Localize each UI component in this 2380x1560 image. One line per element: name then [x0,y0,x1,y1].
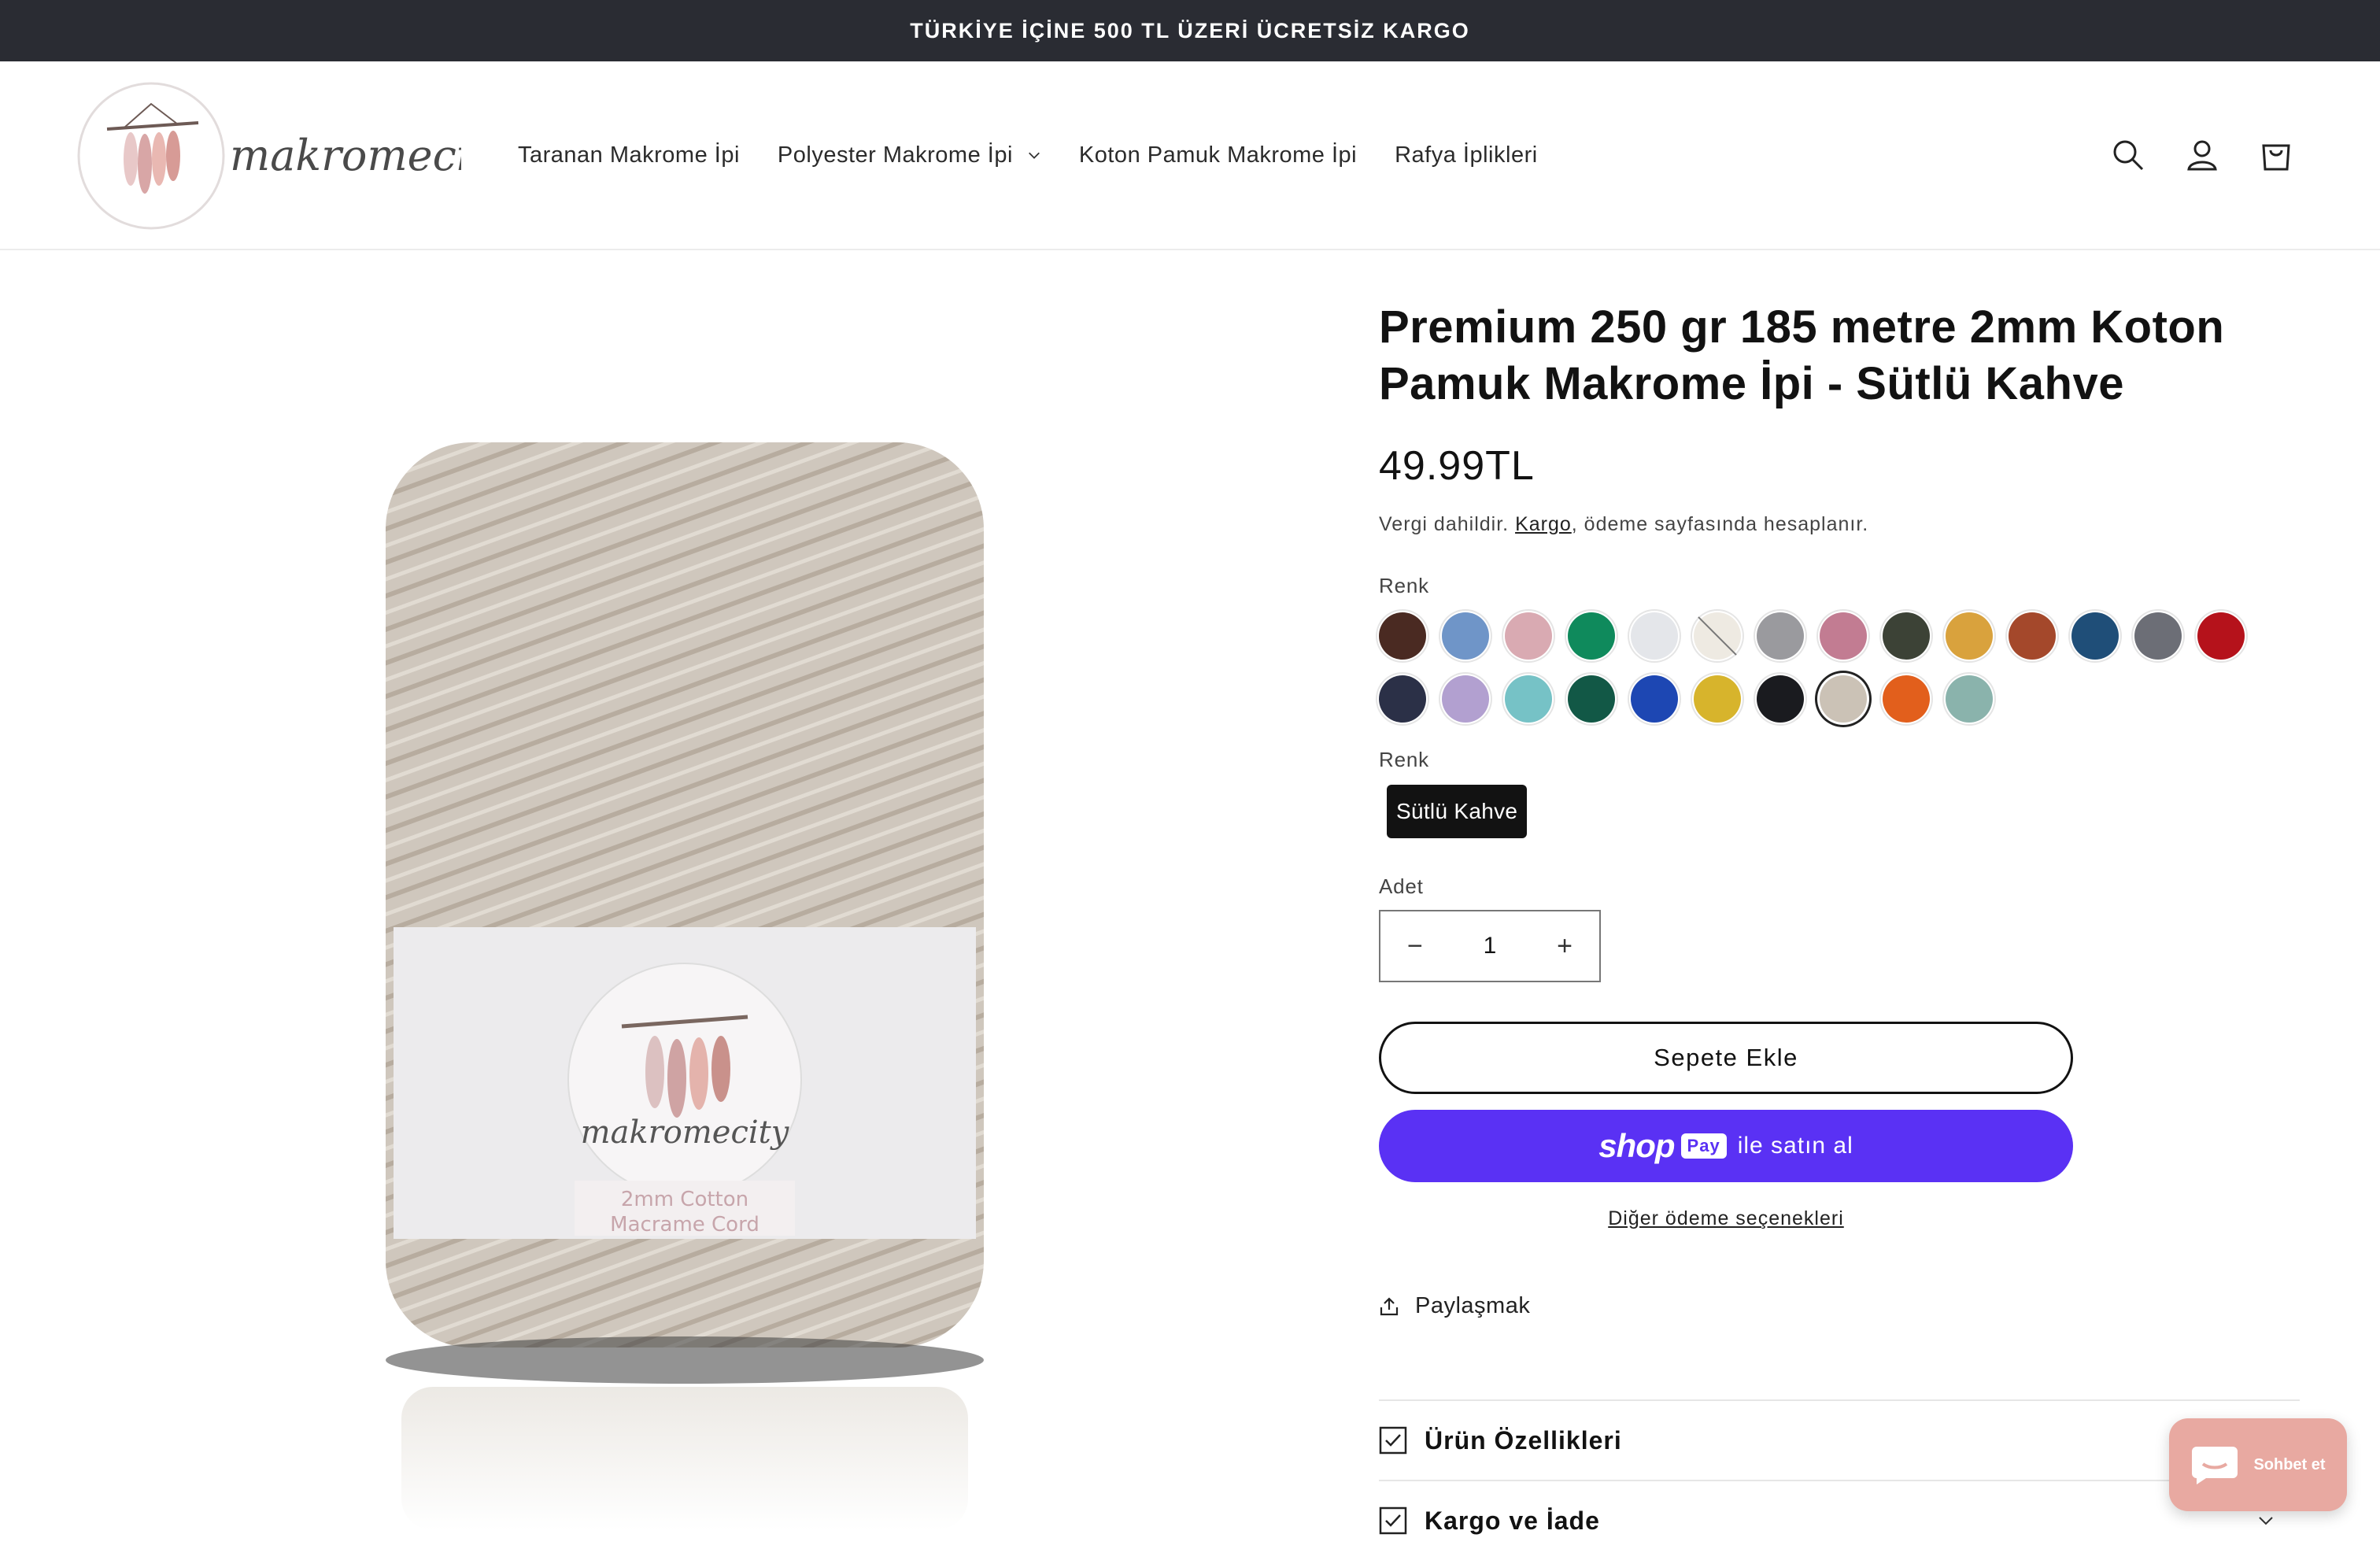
svg-text:Macrame Cord: Macrame Cord [610,1213,759,1237]
nav-item-polyester[interactable]: Polyester Makrome İpi [778,142,1041,168]
color-swatch[interactable] [1505,675,1552,723]
checkbox-icon [1379,1426,1407,1455]
color-swatch[interactable] [1442,612,1489,660]
quantity-input[interactable]: 1 [1484,933,1497,959]
color-swatch[interactable] [1568,612,1615,660]
product-price: 49.99TL [1379,443,1535,489]
nav-item-taranan[interactable]: Taranan Makrome İpi [518,142,740,168]
color-swatch[interactable] [1442,675,1489,723]
variant-option-selected[interactable]: Sütlü Kahve [1387,785,1528,838]
announcement-bar: TÜRKİYE İÇİNE 500 TL ÜZERİ ÜCRETSİZ KARG… [0,0,2380,61]
quantity-stepper: − 1 + [1379,910,1601,982]
chat-icon [2192,1447,2238,1484]
color-swatch[interactable] [1946,675,1993,723]
color-swatch[interactable] [1631,675,1678,723]
search-icon[interactable] [2111,138,2145,172]
product-title: Premium 250 gr 185 metre 2mm Koton Pamuk… [1379,301,2225,409]
color-swatch[interactable] [1883,675,1930,723]
color-swatch[interactable] [1757,675,1804,723]
swatch-label: Renk [1379,574,1429,597]
accordion-kargo-ve-iade[interactable]: Kargo ve İade [1379,1480,2300,1560]
color-swatch[interactable] [1379,675,1426,723]
quantity-label: Adet [1379,874,1424,898]
pay-badge: Pay [1680,1133,1727,1159]
shipping-link[interactable]: Kargo [1515,513,1572,535]
product-gallery[interactable]: makromecity 2mm Cotton Macrame Cord [0,249,1369,1546]
color-swatch[interactable] [1820,612,1867,660]
color-swatch[interactable] [2009,612,2056,660]
header-icons [2111,61,2293,249]
product-image: makromecity 2mm Cotton Macrame Cord [386,442,984,1530]
shop-pay-logo: shop [1598,1127,1675,1164]
color-swatch[interactable] [1946,612,1993,660]
color-swatch[interactable] [1631,612,1678,660]
quantity-minus-button[interactable]: − [1407,931,1423,962]
color-swatch[interactable] [1883,612,1930,660]
color-swatch[interactable] [2134,612,2182,660]
svg-text:makromecity: makromecity [581,1115,790,1151]
share-button[interactable]: Paylaşmak [1379,1293,2308,1319]
site-header: makromecity Taranan Makrome İpi Polyeste… [0,61,2380,250]
site-logo[interactable]: makromecity [76,80,512,231]
account-icon[interactable] [2185,138,2219,172]
color-swatches [1379,612,2292,723]
color-swatch[interactable] [1820,675,1867,723]
add-to-cart-button[interactable]: Sepete Ekle [1379,1022,2073,1094]
chat-button[interactable]: Sohbet et [2169,1418,2347,1511]
shop-pay-text: ile satın al [1737,1133,1853,1159]
checkbox-icon [1379,1506,1407,1535]
chevron-down-icon [1028,152,1040,159]
nav-item-rafya[interactable]: Rafya İplikleri [1395,142,1538,168]
share-icon [1380,1296,1399,1315]
product-info: Premium 250 gr 185 metre 2mm Koton Pamuk… [1379,299,2308,1319]
color-swatch[interactable] [1694,675,1741,723]
svg-text:makromecity: makromecity [230,131,461,180]
svg-text:2mm Cotton: 2mm Cotton [621,1188,748,1211]
color-swatch[interactable] [2197,612,2245,660]
color-swatch[interactable] [1505,612,1552,660]
shop-pay-button[interactable]: shop Pay ile satın al [1379,1110,2073,1182]
quantity-plus-button[interactable]: + [1557,931,1572,962]
nav-item-koton[interactable]: Koton Pamuk Makrome İpi [1079,142,1357,168]
chevron-down-icon [2259,1517,2273,1525]
tax-note: Vergi dahildir. Kargo, ödeme sayfasında … [1379,513,1869,535]
color-swatch[interactable] [1694,612,1741,660]
color-swatch[interactable] [2071,612,2119,660]
main-nav: Taranan Makrome İpi Polyester Makrome İp… [518,61,1576,249]
logo-image: makromecity [77,82,512,230]
color-swatch[interactable] [1757,612,1804,660]
variant-label: Renk [1379,748,1429,771]
color-swatch[interactable] [1568,675,1615,723]
more-payment-options-link[interactable]: Diğer ödeme seçenekleri [1379,1207,2073,1230]
accordion-urun-ozellikleri[interactable]: Ürün Özellikleri [1379,1399,2300,1480]
color-swatch[interactable] [1379,612,1426,660]
cart-icon[interactable] [2259,138,2293,172]
announcement-text: TÜRKİYE İÇİNE 500 TL ÜZERİ ÜCRETSİZ KARG… [910,18,1470,43]
